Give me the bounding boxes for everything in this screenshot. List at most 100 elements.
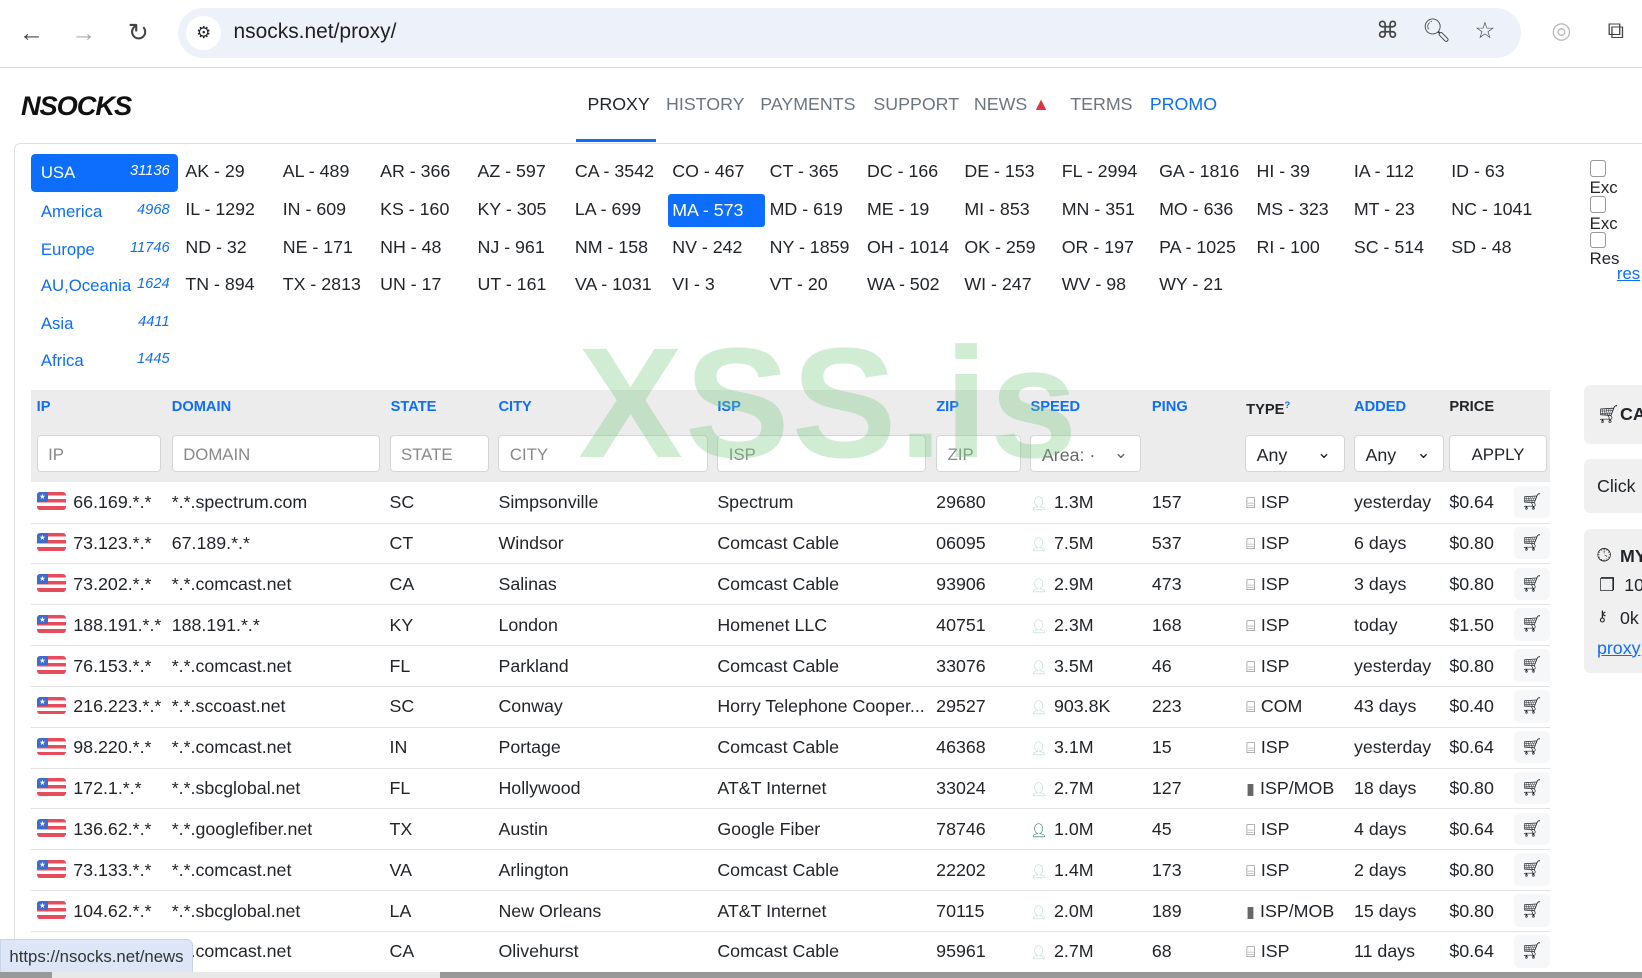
state-az[interactable]: AZ - 597: [473, 154, 570, 188]
state-sc[interactable]: SC - 514: [1350, 229, 1447, 263]
state-nh[interactable]: NH - 48: [376, 229, 473, 263]
add-to-cart-button[interactable]: 🛒︎: [1514, 812, 1550, 846]
state-al[interactable]: AL - 489: [279, 154, 376, 188]
nav-terms[interactable]: TERMS: [1070, 94, 1132, 115]
state-la[interactable]: LA - 699: [571, 192, 668, 226]
nav-promo[interactable]: PROMO: [1150, 94, 1217, 115]
state-ga[interactable]: GA - 1816: [1155, 154, 1252, 188]
state-ok[interactable]: OK - 259: [960, 229, 1057, 263]
state-id[interactable]: ID - 63: [1447, 154, 1544, 188]
state-tn[interactable]: TN - 894: [181, 267, 278, 301]
region-usa[interactable]: USA 31136: [31, 153, 178, 192]
state-wa[interactable]: WA - 502: [863, 267, 960, 301]
state-sd[interactable]: SD - 48: [1447, 229, 1544, 263]
add-to-cart-button[interactable]: 🛒︎: [1514, 649, 1550, 682]
state-wi[interactable]: WI - 247: [960, 267, 1057, 301]
state-nj[interactable]: NJ - 961: [473, 229, 570, 263]
state-filter-input[interactable]: STATE: [389, 434, 490, 473]
state-un[interactable]: UN - 17: [376, 267, 473, 301]
region-africa[interactable]: Africa 1445: [31, 341, 178, 379]
add-to-cart-button[interactable]: 🛒︎: [1514, 567, 1550, 601]
state-ks[interactable]: KS - 160: [376, 192, 473, 226]
domain-filter-input[interactable]: DOMAIN: [171, 434, 381, 473]
share-icon[interactable]: ◎: [1546, 17, 1577, 44]
add-to-cart-button[interactable]: 🛒︎: [1514, 935, 1550, 968]
url-text[interactable]: nsocks.net/proxy/: [234, 20, 397, 44]
state-md[interactable]: MD - 619: [765, 192, 862, 226]
type-help-icon[interactable]: ?: [1284, 399, 1290, 410]
option-checkbox-2[interactable]: Exc: [1589, 194, 1642, 234]
nav-history[interactable]: HISTORY: [666, 94, 744, 115]
forward-icon[interactable]: →: [68, 19, 99, 48]
state-wy[interactable]: WY - 21: [1155, 267, 1252, 301]
scrollbar-thumb[interactable]: [52, 971, 440, 978]
speed-area-select[interactable]: Area: · ⌄: [1030, 434, 1142, 473]
table-row[interactable]: 73.123.*.* 67.189.*.* CT Windsor Comcast Cab…: [31, 523, 1550, 565]
reset-link[interactable]: res: [1617, 264, 1640, 284]
state-ky[interactable]: KY - 305: [473, 192, 570, 226]
state-de[interactable]: DE - 153: [960, 154, 1057, 188]
region-america[interactable]: America 4968: [31, 193, 178, 231]
add-to-cart-button[interactable]: 🛒︎: [1514, 608, 1550, 641]
col-state[interactable]: STATE: [391, 399, 437, 415]
col-zip[interactable]: ZIP: [936, 399, 959, 415]
state-nm[interactable]: NM - 158: [571, 229, 668, 263]
region-europe[interactable]: Europe 11746: [31, 230, 178, 268]
add-to-cart-button[interactable]: 🛒︎: [1514, 690, 1550, 723]
state-ct[interactable]: CT - 365: [765, 154, 862, 188]
state-fl[interactable]: FL - 2994: [1058, 154, 1155, 188]
state-mn[interactable]: MN - 351: [1058, 192, 1155, 226]
state-vi[interactable]: VI - 3: [668, 267, 765, 301]
region-auoceania[interactable]: AU,Oceania 1624: [31, 267, 178, 305]
table-row[interactable]: 73.202.*.* *.*.comcast.net CA Salinas Comcas…: [31, 563, 1550, 606]
state-pa[interactable]: PA - 1025: [1155, 229, 1252, 263]
zoom-icon[interactable]: 🔍︎: [1421, 17, 1452, 44]
state-nd[interactable]: ND - 32: [181, 229, 278, 263]
state-ri[interactable]: RI - 100: [1252, 229, 1349, 263]
state-hi[interactable]: HI - 39: [1252, 154, 1349, 188]
state-me[interactable]: ME - 19: [863, 192, 960, 226]
state-ar[interactable]: AR - 366: [376, 154, 473, 188]
type-select[interactable]: Any ⌄: [1245, 434, 1345, 473]
state-oh[interactable]: OH - 1014: [863, 229, 960, 263]
state-nc[interactable]: NC - 1041: [1447, 192, 1544, 226]
state-mo[interactable]: MO - 636: [1155, 192, 1252, 226]
state-ak[interactable]: AK - 29: [181, 154, 278, 188]
translate-icon[interactable]: ⌘: [1372, 17, 1403, 44]
checkbox[interactable]: [1589, 231, 1607, 249]
added-select[interactable]: Any ⌄: [1354, 434, 1445, 473]
col-domain[interactable]: DOMAIN: [172, 399, 231, 415]
add-to-cart-button[interactable]: 🛒︎: [1514, 485, 1550, 519]
state-ma[interactable]: MA - 573: [668, 193, 766, 228]
col-isp[interactable]: ISP: [717, 399, 741, 415]
horizontal-scrollbar[interactable]: [0, 971, 1642, 978]
table-row[interactable]: 73.133.*.* *.*.comcast.net VA Arlington Comc…: [31, 849, 1550, 892]
state-dc[interactable]: DC - 166: [863, 154, 960, 188]
bookmark-star-icon[interactable]: ☆: [1469, 17, 1500, 44]
state-wv[interactable]: WV - 98: [1058, 267, 1155, 301]
state-mi[interactable]: MI - 853: [960, 192, 1057, 226]
state-ne[interactable]: NE - 171: [279, 229, 376, 263]
table-row[interactable]: 172.1.*.* *.*.sbcglobal.net FL Hollywood AT&…: [31, 768, 1550, 810]
add-to-cart-button[interactable]: 🛒︎: [1514, 526, 1550, 560]
nav-payments[interactable]: PAYMENTS: [760, 94, 855, 115]
back-icon[interactable]: ←: [16, 19, 47, 48]
nav-proxy[interactable]: PROXY: [587, 94, 649, 115]
table-row[interactable]: 98.220.*.* *.*.comcast.net IN Portage Comcas…: [31, 727, 1550, 769]
state-va[interactable]: VA - 1031: [571, 267, 668, 301]
state-co[interactable]: CO - 467: [668, 154, 765, 188]
state-il[interactable]: IL - 1292: [181, 192, 278, 226]
add-to-cart-button[interactable]: 🛒︎: [1514, 730, 1550, 764]
state-vt[interactable]: VT - 20: [765, 267, 862, 301]
nav-news[interactable]: NEWS ▲: [974, 94, 1050, 115]
site-settings-icon[interactable]: ⚙: [186, 15, 221, 51]
ip-filter-input[interactable]: IP: [36, 434, 162, 473]
state-in[interactable]: IN - 609: [279, 192, 376, 226]
site-logo[interactable]: NSOCKS: [21, 90, 132, 122]
option-checkbox-1[interactable]: Exc: [1589, 158, 1642, 198]
zip-filter-input[interactable]: ZIP: [936, 434, 1021, 473]
checkbox[interactable]: [1589, 195, 1607, 213]
region-asia[interactable]: Asia 4411: [31, 305, 178, 343]
state-nv[interactable]: NV - 242: [668, 229, 765, 263]
state-ca[interactable]: CA - 3542: [571, 154, 668, 188]
